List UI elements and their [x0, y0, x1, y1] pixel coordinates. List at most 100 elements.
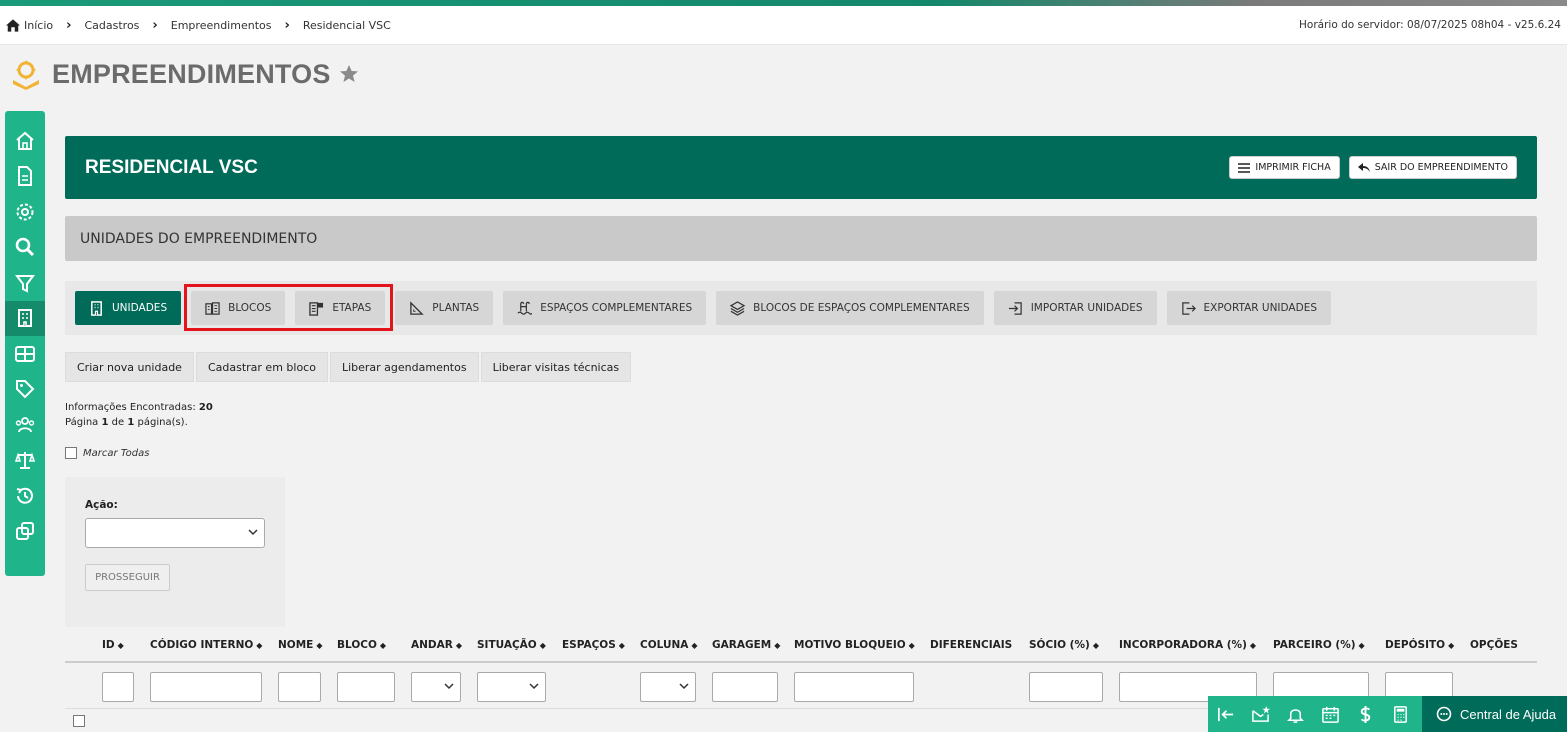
nav-table[interactable]	[5, 336, 45, 372]
release-schedules-button[interactable]: Liberar agendamentos	[329, 352, 479, 382]
tab-label: BLOCOS DE ESPAÇOS COMPLEMENTARES	[753, 302, 970, 314]
action-select[interactable]	[85, 518, 265, 548]
nav-documents[interactable]	[5, 159, 45, 195]
tab-blocos[interactable]: BLOCOS	[191, 291, 286, 325]
nav-home[interactable]	[5, 123, 45, 159]
mark-all: Marcar Todas	[65, 447, 149, 459]
nav-tags[interactable]	[5, 372, 45, 408]
col-label: ESPAÇOS	[562, 639, 616, 651]
nav-search[interactable]	[5, 230, 45, 266]
exit-project-label: SAIR DO EMPREENDIMENTO	[1374, 162, 1508, 173]
chat-bubble-icon	[1436, 706, 1452, 722]
help-center-button[interactable]: Central de Ajuda	[1422, 696, 1567, 732]
action-label: Ação:	[85, 499, 118, 511]
chevron-right-icon: ›	[152, 17, 158, 33]
col-espacos[interactable]: ESPAÇOS ◆	[562, 639, 625, 651]
breadcrumb-item-empreendimentos[interactable]: Empreendimentos	[171, 19, 272, 32]
tab-unidades[interactable]: UNIDADES	[75, 291, 182, 325]
tab-label: IMPORTAR UNIDADES	[1030, 302, 1143, 314]
filter-bloco-input[interactable]	[337, 672, 395, 702]
results-count-value: 20	[198, 402, 213, 413]
tab-blocos-espacos-complementares[interactable]: BLOCOS DE ESPAÇOS COMPLEMENTARES	[716, 291, 984, 325]
calculator-button[interactable]	[1383, 696, 1418, 732]
help-center-label: Central de Ajuda	[1460, 706, 1557, 722]
col-codigo-interno[interactable]: CÓDIGO INTERNO ◆	[150, 639, 262, 651]
favorite-star-icon[interactable]	[339, 64, 359, 84]
nav-settings[interactable]	[5, 194, 45, 230]
col-deposito[interactable]: DEPÓSITO ◆	[1385, 639, 1454, 651]
breadcrumb-item-cadastros[interactable]: Cadastros	[84, 19, 139, 32]
tab-label: BLOCOS	[228, 302, 272, 314]
sort-icon: ◆	[691, 641, 698, 650]
tab-etapas[interactable]: ETAPAS	[295, 291, 386, 325]
calendar-button[interactable]	[1313, 696, 1348, 732]
bulk-register-button[interactable]: Cadastrar em bloco	[195, 352, 328, 382]
bottom-toolbar: Central de Ajuda	[1208, 696, 1567, 732]
actions-row: Criar nova unidade Cadastrar em bloco Li…	[65, 352, 632, 382]
results-count-label: Informações Encontradas:	[65, 402, 196, 413]
app-logo-icon	[13, 60, 39, 90]
filter-id-input[interactable]	[102, 672, 134, 702]
col-garagem[interactable]: GARAGEM ◆	[712, 639, 780, 651]
tab-label: UNIDADES	[112, 302, 168, 314]
filter-situacao-select[interactable]	[477, 672, 546, 702]
col-label: ANDAR	[411, 639, 453, 651]
sort-icon: ◆	[774, 641, 781, 650]
import-icon	[1008, 301, 1022, 315]
breadcrumb-item-home[interactable]: Início	[24, 19, 53, 32]
filter-coluna-select[interactable]	[640, 672, 696, 702]
print-sheet-button[interactable]: IMPRIMIR FICHA	[1229, 156, 1340, 179]
nav-history[interactable]	[5, 478, 45, 514]
tab-plantas[interactable]: PLANTAS	[395, 291, 494, 325]
col-motivo-bloqueio[interactable]: MOTIVO BLOQUEIO ◆	[794, 639, 915, 651]
exit-project-button[interactable]: SAIR DO EMPREENDIMENTO	[1348, 156, 1517, 179]
col-id[interactable]: ID ◆	[102, 639, 124, 651]
tab-espacos-complementares[interactable]: ESPAÇOS COMPLEMENTARES	[503, 291, 707, 325]
collapse-button[interactable]	[1208, 696, 1243, 732]
col-andar[interactable]: ANDAR ◆	[411, 639, 462, 651]
col-socio[interactable]: SÓCIO (%) ◆	[1029, 639, 1099, 651]
row-checkbox[interactable]	[73, 715, 85, 727]
messages-button[interactable]	[1243, 696, 1278, 732]
col-incorporadora[interactable]: INCORPORADORA (%) ◆	[1119, 639, 1256, 651]
notifications-button[interactable]	[1278, 696, 1313, 732]
proceed-button[interactable]: PROSSEGUIR	[85, 564, 170, 591]
filter-andar-select[interactable]	[411, 672, 461, 702]
release-technical-visits-button[interactable]: Liberar visitas técnicas	[480, 352, 632, 382]
page-current: 1	[101, 417, 109, 428]
mark-all-checkbox[interactable]	[65, 447, 77, 459]
filter-socio-input[interactable]	[1029, 672, 1103, 702]
col-label: MOTIVO BLOQUEIO	[794, 639, 906, 651]
col-parceiro[interactable]: PARCEIRO (%) ◆	[1273, 639, 1365, 651]
users-icon	[15, 416, 35, 433]
sort-icon: ◆	[618, 641, 625, 650]
list-icon	[1238, 162, 1251, 173]
col-coluna[interactable]: COLUNA ◆	[640, 639, 698, 651]
nav-copy[interactable]	[5, 514, 45, 550]
tab-exportar-unidades[interactable]: EXPORTAR UNIDADES	[1166, 291, 1331, 325]
chevron-down-icon	[248, 529, 258, 536]
export-icon	[1181, 301, 1196, 315]
tab-importar-unidades[interactable]: IMPORTAR UNIDADES	[993, 291, 1157, 325]
col-nome[interactable]: NOME ◆	[278, 639, 323, 651]
tab-label: PLANTAS	[432, 302, 480, 314]
table-row	[65, 712, 1205, 732]
page-prefix: Página	[65, 417, 99, 428]
document-icon	[18, 166, 32, 187]
filter-garagem-input[interactable]	[712, 672, 778, 702]
filter-nome-input[interactable]	[278, 672, 321, 702]
nav-buildings[interactable]	[5, 300, 45, 336]
gear-icon	[16, 203, 34, 221]
table-icon	[15, 345, 35, 362]
nav-filter[interactable]	[5, 265, 45, 301]
col-situacao[interactable]: SITUAÇÃO ◆	[477, 639, 546, 651]
col-label: SITUAÇÃO	[477, 639, 537, 651]
finance-button[interactable]	[1348, 696, 1383, 732]
filter-codigo-input[interactable]	[150, 672, 262, 702]
pagination-info: Página 1 de 1 página(s).	[65, 415, 213, 430]
create-unit-button[interactable]: Criar nova unidade	[65, 352, 194, 382]
col-bloco[interactable]: BLOCO ◆	[337, 639, 386, 651]
nav-users[interactable]	[5, 407, 45, 443]
nav-legal[interactable]	[5, 443, 45, 479]
filter-motivo-input[interactable]	[794, 672, 914, 702]
